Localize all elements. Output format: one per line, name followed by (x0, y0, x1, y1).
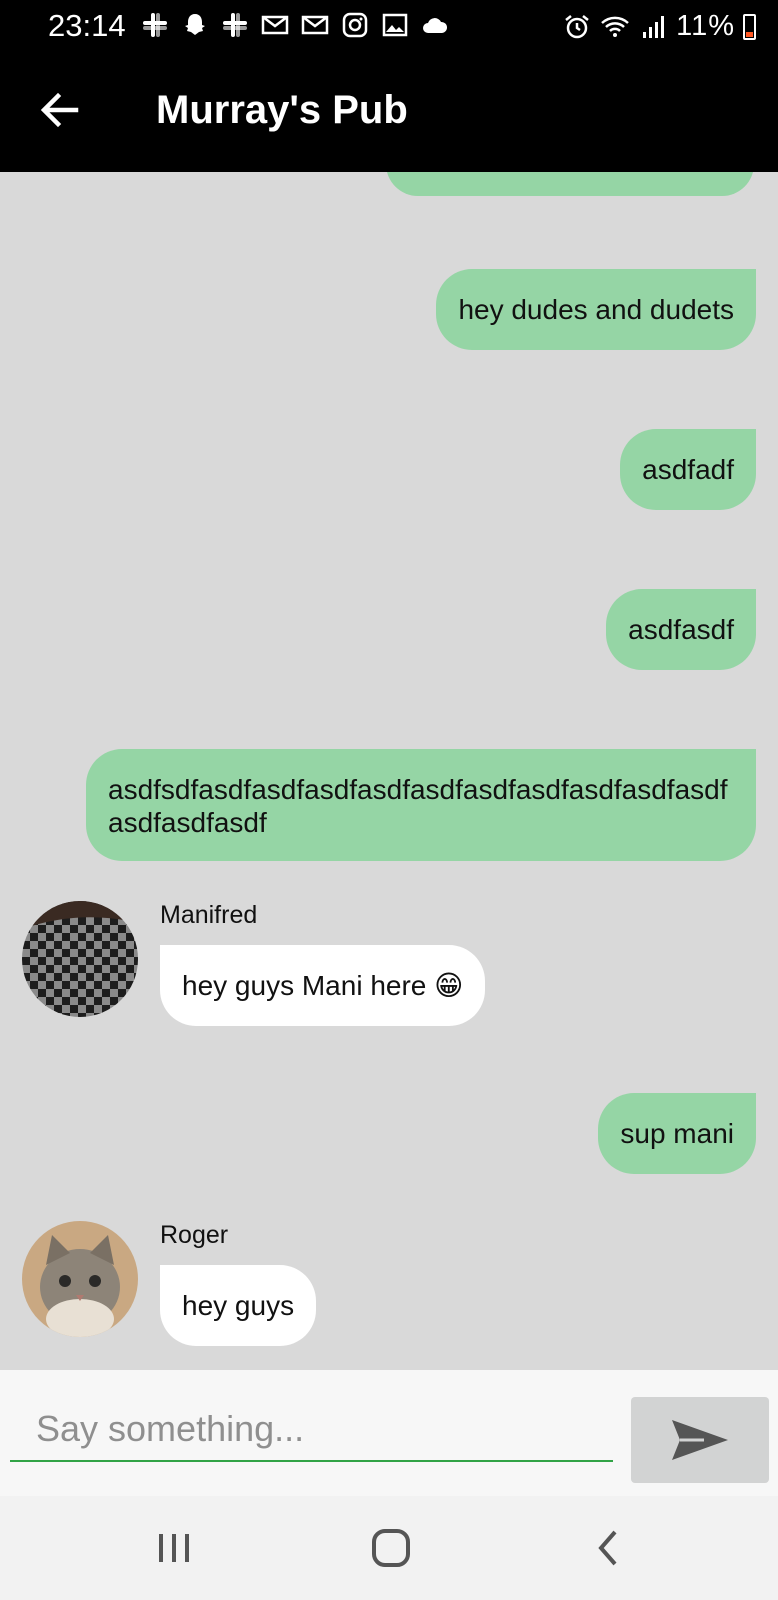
snapchat-icon (180, 10, 210, 40)
home-icon (372, 1529, 410, 1567)
app-bar: Murray's Pub (0, 56, 778, 172)
message-text: sup mani (620, 1118, 734, 1149)
chat-area[interactable]: hey dudes and dudets asdfadf asdfasdf as… (0, 172, 778, 1370)
cloud-icon (420, 10, 450, 40)
message-bubble-outgoing[interactable]: asdfasdf (606, 589, 756, 670)
message-bubble-outgoing[interactable]: hey dudes and dudets (436, 269, 756, 350)
message-text: asdfadf (642, 454, 734, 485)
home-button[interactable] (366, 1526, 416, 1570)
message-text: asdfsdfasdfasdfasdfasdfasdfasdfasdfasdfa… (108, 774, 728, 838)
system-icons: 11% (562, 10, 756, 43)
kitten-avatar (22, 1221, 138, 1337)
alarm-icon (562, 12, 592, 42)
recent-apps-button[interactable] (149, 1526, 199, 1570)
recent-apps-icon (159, 1534, 189, 1562)
status-bar: 23:14 11% (0, 0, 778, 56)
send-button[interactable] (631, 1397, 769, 1483)
message-text: hey guys (182, 1290, 295, 1321)
sender-name: Manifred (160, 901, 258, 929)
message-text: hey dudes and dudets (458, 294, 734, 325)
send-icon (672, 1420, 728, 1460)
message-text: hey guys Mani here 😁 (182, 970, 464, 1001)
nav-back-button[interactable] (585, 1526, 635, 1570)
message-bubble-outgoing[interactable] (386, 172, 754, 196)
message-bubble-outgoing[interactable]: asdfsdfasdfasdfasdfasdfasdfasdfasdfasdfa… (86, 749, 756, 861)
instagram-icon (340, 10, 370, 40)
signal-icon (638, 12, 668, 42)
composer (0, 1370, 778, 1496)
battery-percent: 11% (676, 10, 735, 42)
gmail-icon (300, 10, 330, 40)
message-input[interactable] (10, 1398, 613, 1462)
slack-icon (220, 10, 250, 40)
message-bubble-incoming[interactable]: hey guys Mani here 😁 (160, 945, 486, 1026)
slack-icon (140, 10, 170, 40)
status-time: 23:14 (48, 8, 126, 43)
message-bubble-incoming[interactable]: hey guys (160, 1265, 317, 1346)
message-text: asdfasdf (628, 614, 734, 645)
gallery-icon (380, 10, 410, 40)
message-bubble-outgoing[interactable]: asdfadf (620, 429, 756, 510)
avatar-roger[interactable] (22, 1221, 138, 1337)
checkerboard-avatar (22, 901, 138, 1017)
sender-name: Roger (160, 1221, 229, 1249)
arrow-left-icon (40, 92, 79, 128)
message-bubble-outgoing[interactable]: sup mani (598, 1093, 756, 1174)
system-nav-bar (0, 1496, 778, 1600)
wifi-icon (600, 12, 630, 42)
back-icon (598, 1530, 617, 1566)
notification-icons (140, 10, 450, 40)
back-button[interactable] (36, 86, 84, 134)
battery-icon (743, 13, 756, 40)
gmail-icon (260, 10, 290, 40)
page-title: Murray's Pub (156, 88, 408, 132)
avatar-manifred[interactable] (22, 901, 138, 1017)
